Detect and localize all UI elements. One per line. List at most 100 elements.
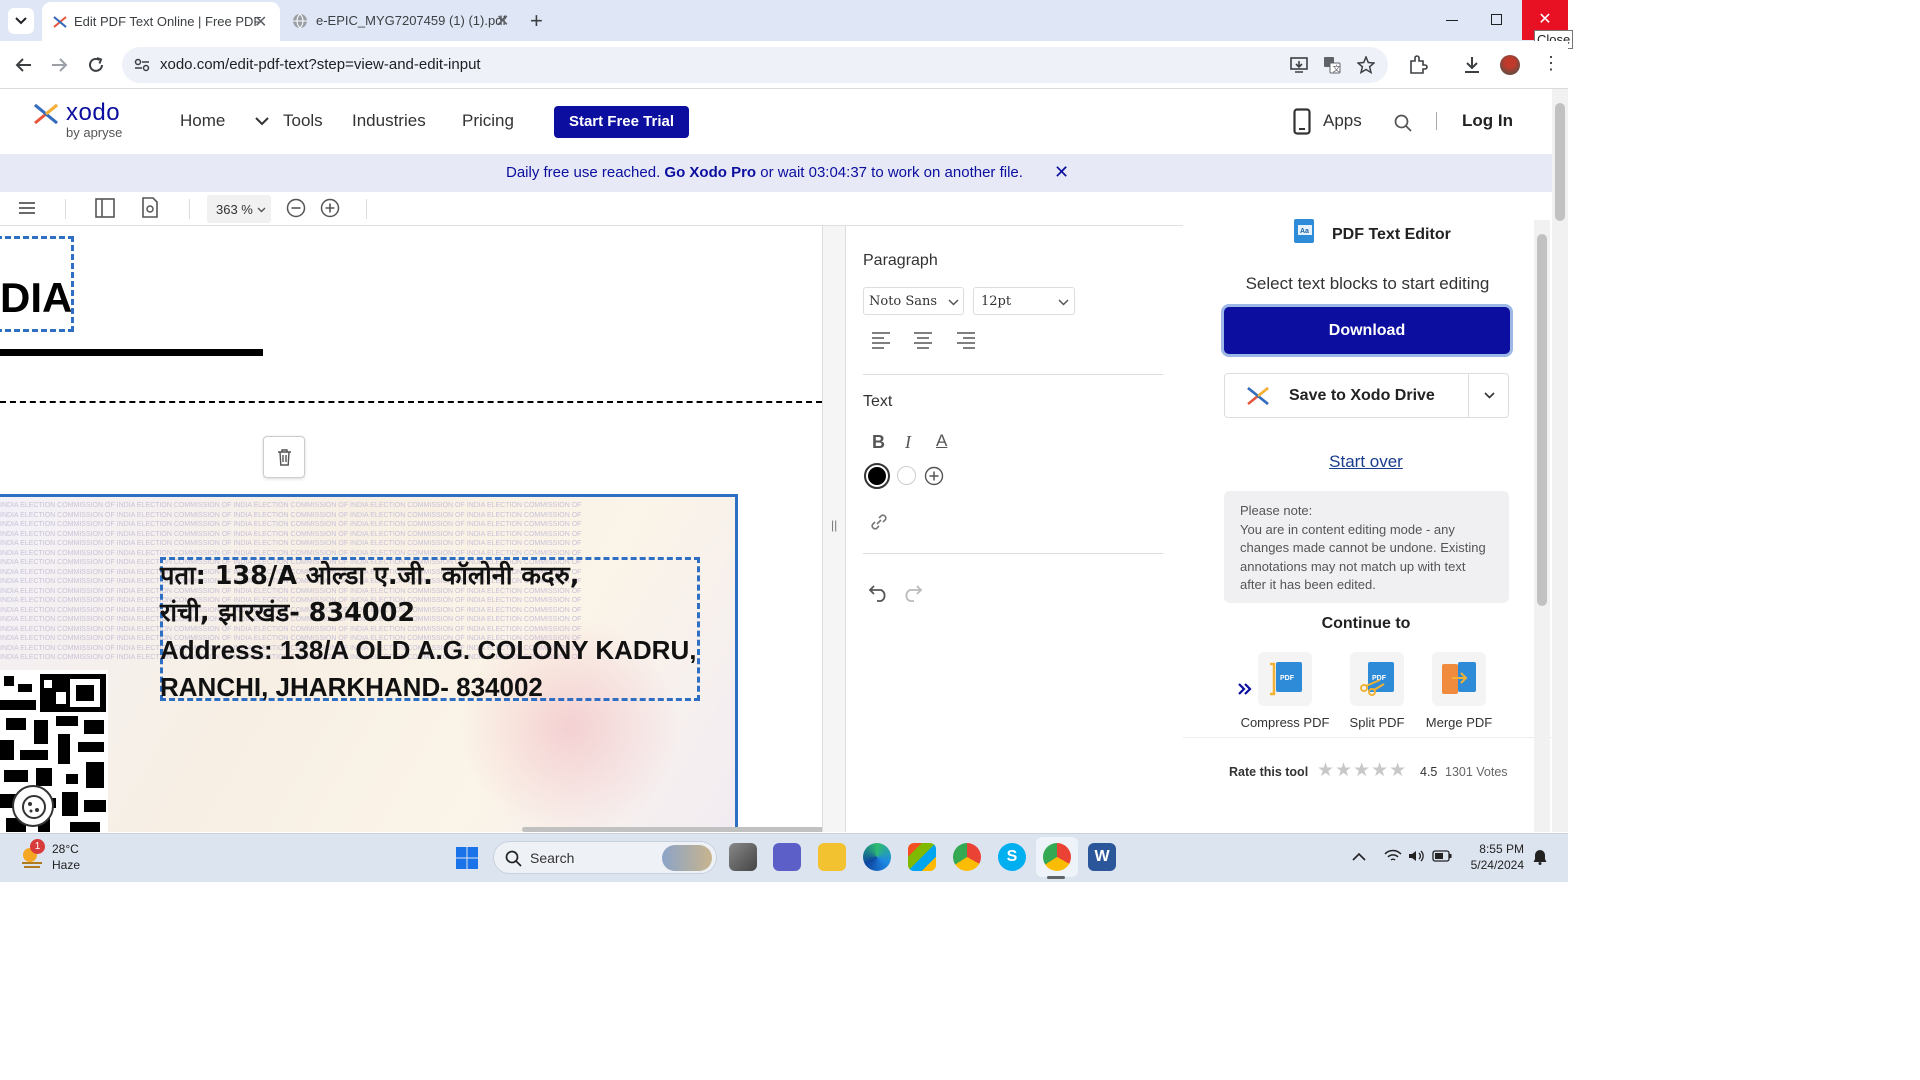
clock-time[interactable]: 8:55 PM xyxy=(1462,842,1524,856)
chrome-icon[interactable] xyxy=(953,843,981,871)
chevron-down-icon[interactable] xyxy=(1484,392,1495,399)
restore-button[interactable] xyxy=(1491,14,1502,25)
align-right-icon[interactable] xyxy=(956,331,976,349)
install-app-icon[interactable] xyxy=(1290,56,1308,74)
bold-icon[interactable]: B xyxy=(872,432,885,453)
extensions-icon[interactable] xyxy=(1408,55,1428,75)
address-text-block[interactable]: पता: 138/A ओल्डा ए.जी. कॉलोनी कदरु, रांच… xyxy=(160,557,700,702)
epic-card[interactable]: INDIA ELECTION COMMISSION OF INDIA ELECT… xyxy=(0,494,738,832)
notification-bell-icon[interactable] xyxy=(1533,849,1547,865)
double-chevron-right-icon[interactable] xyxy=(1237,682,1253,696)
banner-close-icon[interactable]: ✕ xyxy=(1054,162,1069,183)
profile-avatar[interactable] xyxy=(1500,55,1520,75)
nav-apps[interactable]: Apps xyxy=(1323,111,1362,131)
doc-horizontal-scroll-thumb[interactable] xyxy=(522,827,822,832)
tab-active[interactable]: Edit PDF Text Online | Free PDF ✕ xyxy=(42,2,280,41)
cookie-settings-icon[interactable] xyxy=(12,785,54,827)
tab-pdf[interactable]: e-EPIC_MYG7207459 (1) (1).pdf ✕ xyxy=(284,0,520,41)
merge-pdf-tool[interactable] xyxy=(1432,652,1486,706)
teams-icon[interactable] xyxy=(773,843,801,871)
align-center-icon[interactable] xyxy=(913,331,933,349)
sidebar-scrollbar[interactable] xyxy=(1534,220,1550,832)
align-left-icon[interactable] xyxy=(871,331,891,349)
redo-icon[interactable] xyxy=(901,584,923,602)
translate-icon[interactable]: 文 xyxy=(1323,56,1341,74)
nav-tools[interactable]: Tools xyxy=(283,111,323,131)
weather-widget[interactable]: 1 xyxy=(18,839,46,869)
nav-industries[interactable]: Industries xyxy=(352,111,426,131)
page-scroll-thumb[interactable] xyxy=(1555,103,1565,221)
tools-chevron-icon[interactable] xyxy=(255,117,269,126)
rating-stars[interactable]: ★★★★★ xyxy=(1317,759,1407,782)
word-icon[interactable]: W xyxy=(1088,843,1116,871)
tab-close-icon[interactable]: ✕ xyxy=(254,12,267,32)
text-color-icon[interactable]: A xyxy=(936,431,947,451)
start-over-link[interactable]: Start over xyxy=(1183,452,1549,472)
download-button[interactable]: Download xyxy=(1224,307,1510,354)
nav-home[interactable]: Home xyxy=(180,111,225,131)
download-icon[interactable] xyxy=(1462,55,1482,75)
compress-pdf-tool[interactable]: PDF xyxy=(1258,652,1312,706)
clock-date[interactable]: 5/24/2024 xyxy=(1458,858,1524,872)
store-icon[interactable] xyxy=(908,843,936,871)
merge-pdf-label[interactable]: Merge PDF xyxy=(1417,715,1501,730)
back-arrow-icon[interactable] xyxy=(14,57,32,73)
volume-icon[interactable] xyxy=(1408,849,1424,863)
address-line-english-2[interactable]: RANCHI, JHARKHAND- 834002 xyxy=(160,669,696,706)
battery-icon[interactable] xyxy=(1432,850,1452,862)
add-color-icon[interactable] xyxy=(924,466,944,486)
font-family-select[interactable]: Noto Sans xyxy=(863,287,964,315)
address-line-hindi-1[interactable]: पता: 138/A ओल्डा ए.जी. कॉलोनी कदरु, xyxy=(160,558,696,595)
browser-menu-icon[interactable]: ⋮ xyxy=(1542,54,1560,72)
selected-heading-box[interactable] xyxy=(0,236,74,332)
zoom-select[interactable]: 363 % xyxy=(207,195,271,223)
italic-icon[interactable]: I xyxy=(905,432,911,453)
reload-icon[interactable] xyxy=(87,56,105,74)
chevron-up-icon[interactable] xyxy=(1352,852,1366,861)
resize-handle[interactable] xyxy=(735,494,738,502)
edge-icon[interactable] xyxy=(863,843,891,871)
xodo-logo[interactable]: xodo by apryse xyxy=(32,99,132,142)
document-canvas[interactable]: DIA INDIA ELECTION COMMISSION OF INDIA E… xyxy=(0,226,822,832)
start-free-trial-button[interactable]: Start Free Trial xyxy=(554,106,689,138)
minimize-button[interactable] xyxy=(1446,20,1458,21)
address-bar[interactable]: xodo.com/edit-pdf-text?step=view-and-edi… xyxy=(122,47,1388,83)
link-icon[interactable] xyxy=(869,513,889,531)
save-to-drive-button[interactable]: Save to Xodo Drive xyxy=(1224,373,1509,418)
windows-start-icon[interactable] xyxy=(455,846,479,870)
undo-icon[interactable] xyxy=(868,584,890,602)
search-icon[interactable] xyxy=(1394,114,1412,132)
forward-arrow-icon[interactable] xyxy=(51,57,69,73)
chrome-icon[interactable] xyxy=(1043,843,1071,871)
file-explorer-icon[interactable] xyxy=(818,843,846,871)
address-line-hindi-2[interactable]: रांची, झारखंड- 834002 xyxy=(160,595,696,632)
drag-handle-icon[interactable]: || xyxy=(831,518,837,532)
font-size-select[interactable]: 12pt xyxy=(973,287,1075,315)
nav-pricing[interactable]: Pricing xyxy=(462,111,514,131)
wifi-icon[interactable] xyxy=(1384,849,1402,863)
go-xodo-pro-link[interactable]: Go Xodo Pro xyxy=(664,164,756,181)
page-scrollbar[interactable] xyxy=(1552,89,1568,832)
skype-icon[interactable]: S xyxy=(998,843,1026,871)
compress-pdf-label[interactable]: Compress PDF xyxy=(1239,715,1331,730)
menu-hamburger-icon[interactable] xyxy=(18,201,36,215)
zoom-out-icon[interactable] xyxy=(286,198,306,218)
page-settings-icon[interactable] xyxy=(141,197,159,218)
task-view-icon[interactable] xyxy=(729,843,757,871)
color-swatch-black[interactable] xyxy=(864,463,890,489)
new-tab-button[interactable]: + xyxy=(530,8,543,34)
sidebar-scroll-thumb[interactable] xyxy=(1537,234,1547,606)
bookmark-star-icon[interactable] xyxy=(1357,56,1375,74)
delete-block-button[interactable] xyxy=(263,436,305,478)
sidebar-toggle-icon[interactable] xyxy=(95,198,115,218)
split-pdf-tool[interactable]: PDF xyxy=(1350,652,1404,706)
tab-close-icon[interactable]: ✕ xyxy=(496,11,509,31)
color-swatch-white[interactable] xyxy=(897,466,916,485)
split-pdf-label[interactable]: Split PDF xyxy=(1335,715,1419,730)
address-line-english-1[interactable]: Address: 138/A OLD A.G. COLONY KADRU, xyxy=(160,632,696,669)
login-link[interactable]: Log In xyxy=(1462,111,1513,131)
tab-search-button[interactable] xyxy=(8,8,34,34)
panel-splitter[interactable]: || xyxy=(822,226,846,832)
zoom-in-icon[interactable] xyxy=(320,198,340,218)
site-info-icon[interactable] xyxy=(134,58,150,72)
